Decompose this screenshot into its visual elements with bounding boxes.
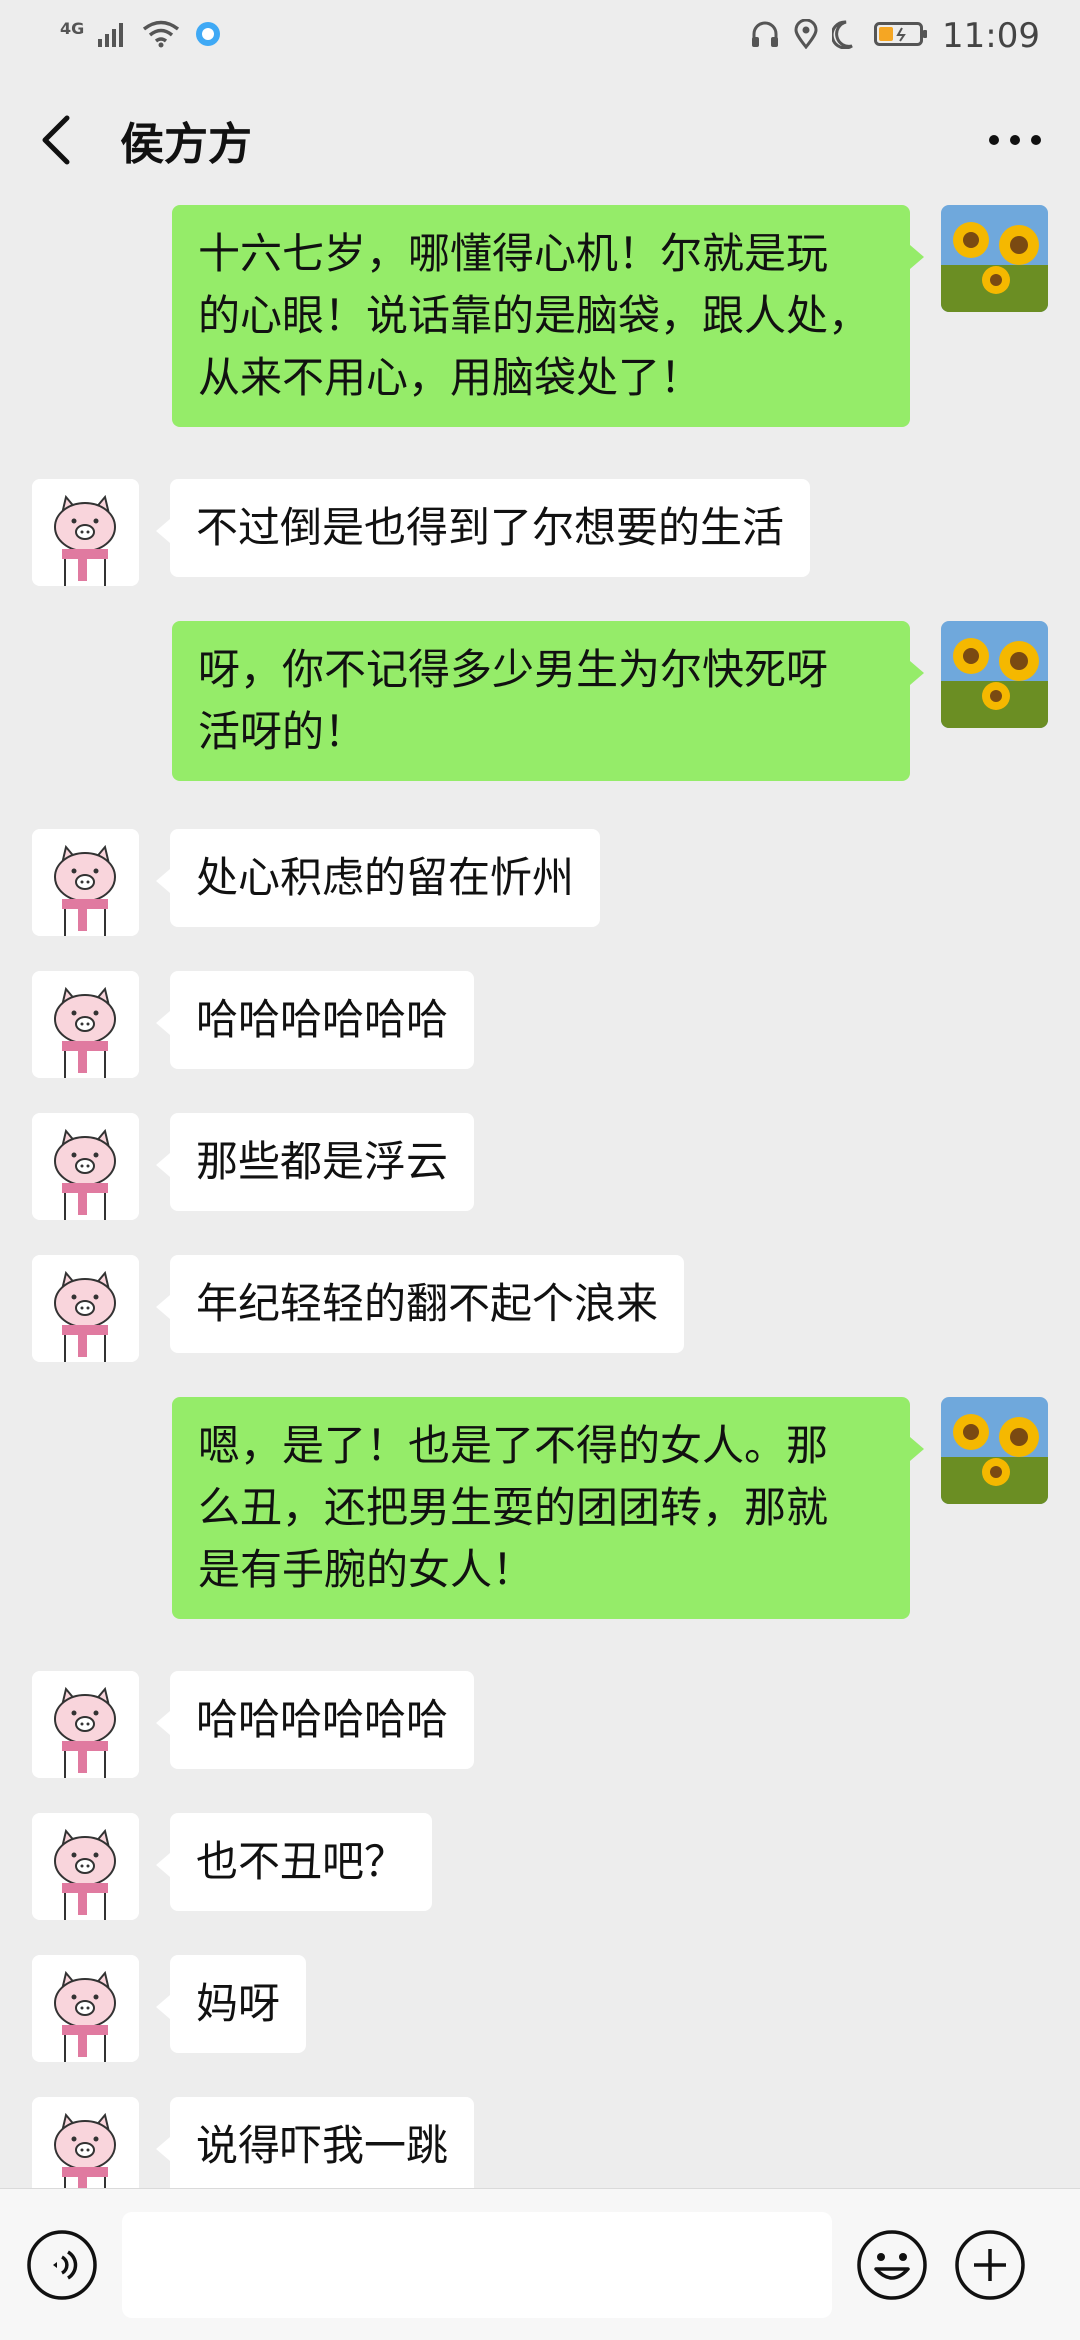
message-bubble[interactable]: 十六七岁，哪懂得心机！尔就是玩 的心眼！说话靠的是脑袋，跟人处， 从来不用心，用… xyxy=(172,205,924,427)
sunflower-image xyxy=(941,205,1048,312)
message-bubble[interactable]: 不过倒是也得到了尔想要的生活 xyxy=(155,479,811,577)
message-bubble[interactable]: 也不丑吧？ xyxy=(155,1813,433,1911)
avatar-pig[interactable] xyxy=(32,2097,139,2188)
more-dots-icon xyxy=(989,134,1041,145)
app-notification-icon xyxy=(194,20,222,52)
voice-icon xyxy=(27,2229,97,2300)
message-bubble[interactable]: 那些都是浮云 xyxy=(155,1113,475,1211)
pig-avatar-icon xyxy=(32,829,139,936)
location-icon xyxy=(794,18,818,53)
pig-avatar-icon xyxy=(32,1955,139,2062)
sunflower-image xyxy=(941,621,1048,728)
message-bubble[interactable]: 嗯，是了！也是了不得的女人。那 么丑，还把男生耍的团团转，那就 是有手腕的女人！ xyxy=(172,1397,924,1619)
pig-avatar-icon xyxy=(32,1113,139,1220)
avatar-sunflower[interactable] xyxy=(941,621,1048,728)
emoji-icon xyxy=(857,2229,927,2300)
wifi-icon xyxy=(142,20,180,52)
avatar-sunflower[interactable] xyxy=(941,1397,1048,1504)
sunflower-image xyxy=(941,1397,1048,1504)
pig-avatar-icon xyxy=(32,971,139,1078)
message-bubble[interactable]: 年纪轻轻的翻不起个浪来 xyxy=(155,1255,685,1353)
message-input[interactable] xyxy=(122,2211,832,2318)
chat-title: 侯方方 xyxy=(120,118,252,170)
plus-icon xyxy=(955,2229,1025,2300)
pig-avatar-icon xyxy=(32,479,139,586)
chevron-left-icon xyxy=(42,115,70,164)
pig-avatar-icon xyxy=(32,2097,139,2188)
avatar-sunflower[interactable] xyxy=(941,205,1048,312)
avatar-pig[interactable] xyxy=(32,971,139,1078)
voice-button[interactable] xyxy=(24,2227,100,2303)
message-bubble[interactable]: 妈呀 xyxy=(155,1955,307,2053)
pig-avatar-icon xyxy=(32,1671,139,1778)
message-bubble[interactable]: 处心积虑的留在忻州 xyxy=(155,829,601,927)
moon-icon xyxy=(830,19,860,53)
message-bubble[interactable]: 哈哈哈哈哈哈 xyxy=(155,971,475,1069)
network-type: 4G xyxy=(60,18,85,38)
status-right: 11:09 xyxy=(750,16,1040,56)
message-bubble[interactable]: 说得吓我一跳 xyxy=(155,2097,475,2188)
message-list[interactable]: 十六七岁，哪懂得心机！尔就是玩 的心眼！说话靠的是脑袋，跟人处， 从来不用心，用… xyxy=(0,203,1080,2188)
avatar-pig[interactable] xyxy=(32,479,139,586)
avatar-pig[interactable] xyxy=(32,1113,139,1220)
plus-button[interactable] xyxy=(952,2227,1028,2303)
more-button[interactable] xyxy=(980,120,1050,160)
status-bar: 4G 11:09 xyxy=(0,0,1080,72)
avatar-pig[interactable] xyxy=(32,1255,139,1362)
input-actions xyxy=(854,2227,1028,2303)
avatar-pig[interactable] xyxy=(32,1813,139,1920)
pig-avatar-icon xyxy=(32,1255,139,1362)
avatar-pig[interactable] xyxy=(32,829,139,936)
signal-icon xyxy=(98,21,128,51)
message-bubble[interactable]: 哈哈哈哈哈哈 xyxy=(155,1671,475,1769)
avatar-pig[interactable] xyxy=(32,1671,139,1778)
input-bar xyxy=(0,2188,1080,2340)
clock: 11:09 xyxy=(942,16,1040,56)
headphones-icon xyxy=(750,19,780,53)
emoji-button[interactable] xyxy=(854,2227,930,2303)
status-left: 4G xyxy=(60,19,222,54)
avatar-pig[interactable] xyxy=(32,1955,139,2062)
nav-bar: 侯方方 xyxy=(0,72,1080,207)
battery-icon xyxy=(874,20,928,52)
pig-avatar-icon xyxy=(32,1813,139,1920)
back-button[interactable] xyxy=(30,110,80,170)
message-bubble[interactable]: 呀，你不记得多少男生为尔快死呀 活呀的！ xyxy=(172,621,924,781)
